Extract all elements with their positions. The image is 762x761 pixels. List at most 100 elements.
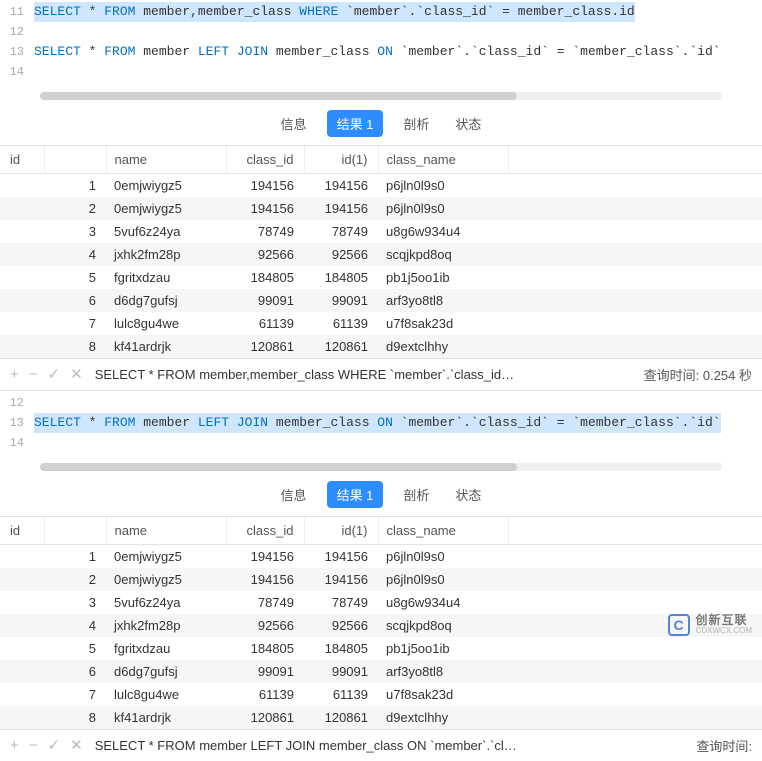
sql-editor-1[interactable]: 11SELECT * FROM member,member_class WHER… [0,0,762,88]
apply-icon[interactable]: ✓ [48,738,61,753]
cell[interactable]: 78749 [226,591,304,614]
cell[interactable] [0,197,44,220]
code-text[interactable]: SELECT * FROM member,member_class WHERE … [34,2,635,22]
tab-status[interactable]: 状态 [449,110,487,137]
cell[interactable] [508,637,762,660]
cell[interactable]: 99091 [226,660,304,683]
cell[interactable] [0,683,44,706]
table-row[interactable]: 4jxhk2fm28p9256692566scqjkpd8oq [0,243,762,266]
table-row[interactable]: 8kf41ardrjk120861120861d9extclhhy [0,335,762,358]
cell[interactable]: 120861 [226,335,304,358]
cell[interactable]: 6 [44,289,106,312]
cell[interactable]: jxhk2fm28p [106,614,226,637]
cell[interactable]: u8g6w934u4 [378,220,508,243]
cell[interactable]: 99091 [304,289,378,312]
cell[interactable] [508,220,762,243]
cell[interactable]: 194156 [226,568,304,591]
cell[interactable] [0,706,44,729]
cell[interactable]: 120861 [304,706,378,729]
table-row[interactable]: 5fgritxdzau184805184805pb1j5oo1ib [0,266,762,289]
col-name[interactable]: name [106,517,226,545]
editor-hscroll-1[interactable] [40,92,722,100]
cell[interactable] [508,660,762,683]
cell[interactable]: d6dg7gufsj [106,289,226,312]
cell[interactable]: d6dg7gufsj [106,660,226,683]
sql-editor-2[interactable]: 1213SELECT * FROM member LEFT JOIN membe… [0,391,762,459]
col-id1[interactable]: id(1) [304,146,378,174]
add-row-icon[interactable]: + [10,738,19,753]
cell[interactable]: 92566 [226,614,304,637]
col-rownum[interactable] [44,146,106,174]
hscroll-thumb[interactable] [40,92,517,100]
cell[interactable]: 61139 [304,683,378,706]
cell[interactable]: fgritxdzau [106,266,226,289]
cell[interactable]: 4 [44,614,106,637]
cell[interactable] [0,591,44,614]
cell[interactable]: 1 [44,545,106,569]
table-row[interactable]: 5fgritxdzau184805184805pb1j5oo1ib [0,637,762,660]
cell[interactable]: kf41ardrjk [106,335,226,358]
cell[interactable]: 78749 [226,220,304,243]
cell[interactable] [508,545,762,569]
cell[interactable] [508,174,762,198]
cell[interactable] [508,266,762,289]
cell[interactable] [508,706,762,729]
cell[interactable]: 3 [44,591,106,614]
cell[interactable]: 120861 [226,706,304,729]
col-classid[interactable]: class_id [226,517,304,545]
table-row[interactable]: 6d6dg7gufsj9909199091arf3yo8tl8 [0,660,762,683]
cell[interactable]: pb1j5oo1ib [378,266,508,289]
cell[interactable] [0,335,44,358]
cell[interactable] [0,289,44,312]
cell[interactable]: 194156 [304,568,378,591]
code-line[interactable]: 13SELECT * FROM member LEFT JOIN member_… [0,42,762,62]
col-id1[interactable]: id(1) [304,517,378,545]
hscroll-thumb[interactable] [40,463,517,471]
code-line[interactable]: 14 [0,433,762,453]
cell[interactable] [0,614,44,637]
tab-info[interactable]: 信息 [275,481,313,508]
cell[interactable]: 184805 [226,637,304,660]
cell[interactable]: 2 [44,197,106,220]
col-classname[interactable]: class_name [378,517,508,545]
cell[interactable] [508,197,762,220]
apply-icon[interactable]: ✓ [48,367,61,382]
code-line[interactable]: 13SELECT * FROM member LEFT JOIN member_… [0,413,762,433]
cell[interactable]: kf41ardrjk [106,706,226,729]
cell[interactable]: 194156 [226,545,304,569]
cell[interactable]: 184805 [304,637,378,660]
cell[interactable]: 61139 [304,312,378,335]
cell[interactable]: d9extclhhy [378,706,508,729]
cell[interactable] [0,660,44,683]
cell[interactable] [0,312,44,335]
col-rownum[interactable] [44,517,106,545]
cancel-icon[interactable]: ✕ [70,367,83,382]
cell[interactable] [508,591,762,614]
cell[interactable]: 2 [44,568,106,591]
cell[interactable]: 184805 [226,266,304,289]
cell[interactable] [0,220,44,243]
cell[interactable]: 5 [44,637,106,660]
code-line[interactable]: 12 [0,22,762,42]
table-row[interactable]: 7lulc8gu4we6113961139u7f8sak23d [0,312,762,335]
cell[interactable]: 194156 [304,197,378,220]
cell[interactable] [0,266,44,289]
code-line[interactable]: 14 [0,62,762,82]
cell[interactable]: 92566 [304,243,378,266]
cell[interactable]: 194156 [226,174,304,198]
cell[interactable] [0,568,44,591]
cell[interactable]: 5vuf6z24ya [106,220,226,243]
tab-info[interactable]: 信息 [275,110,313,137]
cell[interactable]: 0emjwiygz5 [106,174,226,198]
cell[interactable]: 5vuf6z24ya [106,591,226,614]
cell[interactable]: p6jln0l9s0 [378,545,508,569]
cell[interactable]: scqjkpd8oq [378,243,508,266]
code-line[interactable]: 11SELECT * FROM member,member_class WHER… [0,2,762,22]
cell[interactable]: u7f8sak23d [378,683,508,706]
table-row[interactable]: 20emjwiygz5194156194156p6jln0l9s0 [0,568,762,591]
cell[interactable]: arf3yo8tl8 [378,289,508,312]
cell[interactable]: jxhk2fm28p [106,243,226,266]
col-classid[interactable]: class_id [226,146,304,174]
tab-profile[interactable]: 剖析 [397,481,435,508]
code-line[interactable]: 12 [0,393,762,413]
